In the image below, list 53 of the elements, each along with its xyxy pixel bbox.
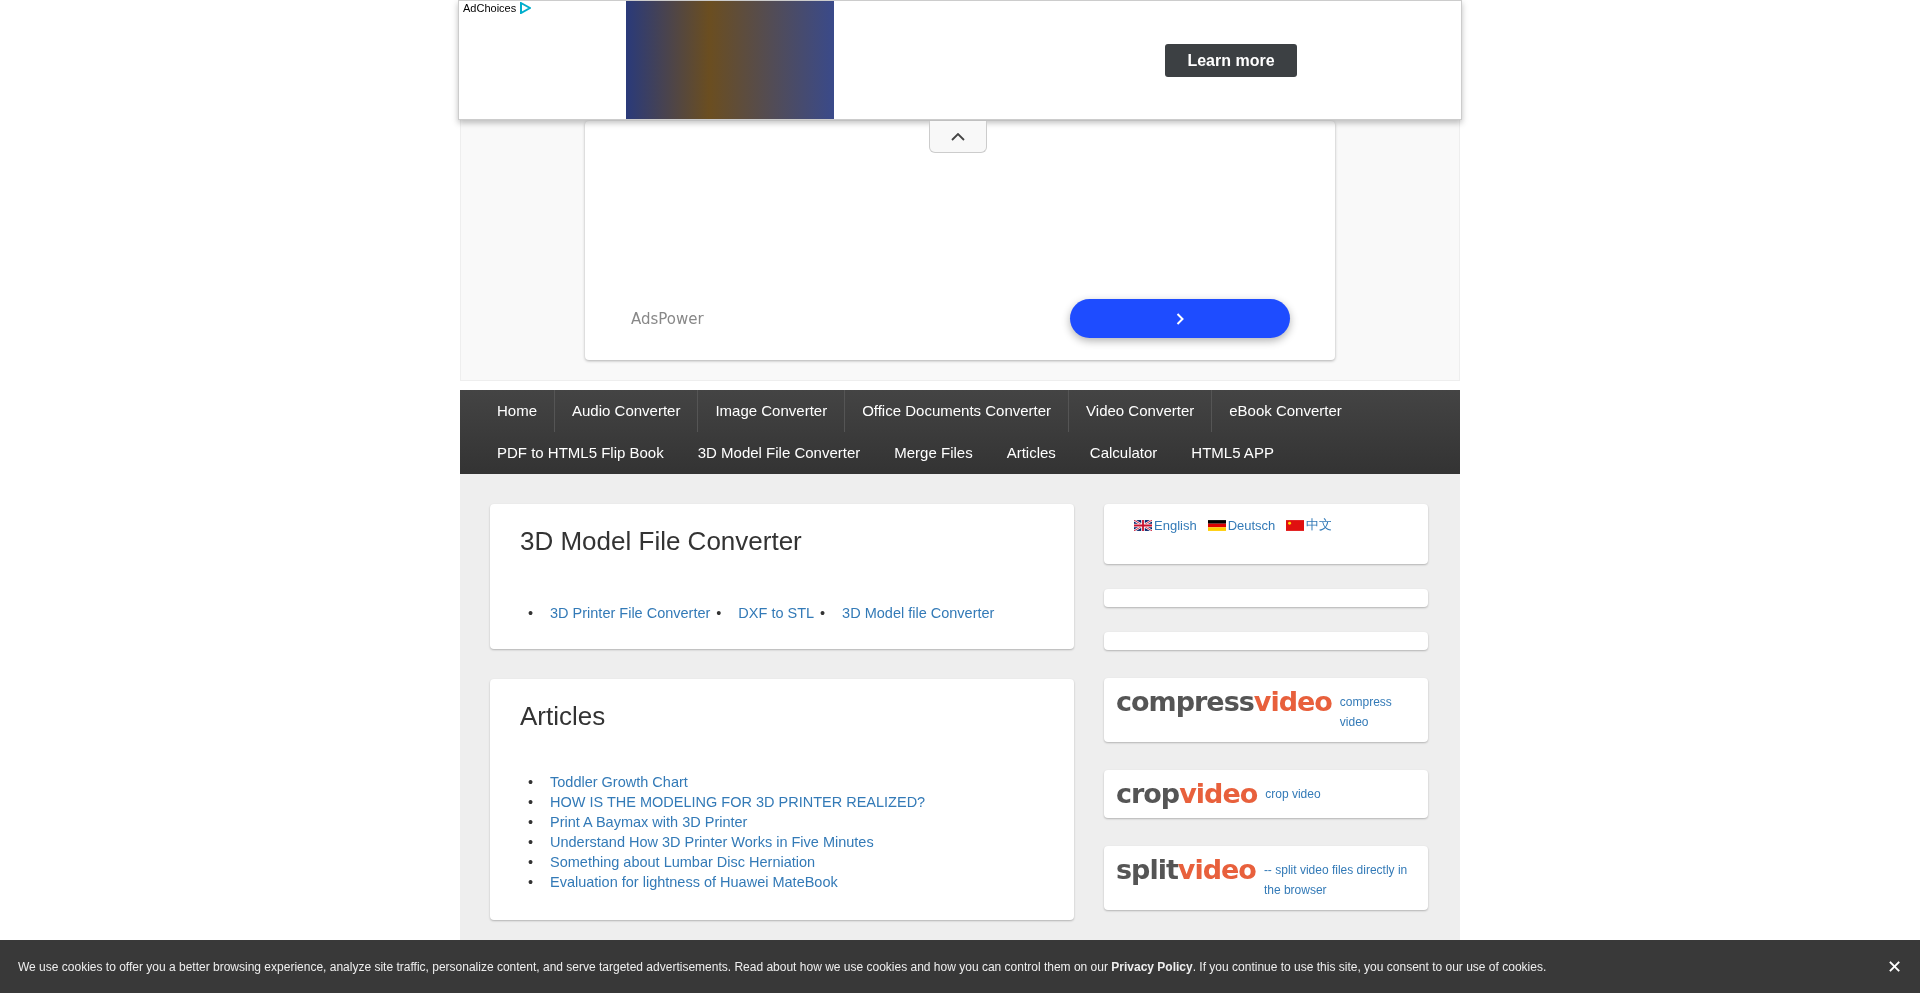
section-title: 3D Model File Converter: [520, 526, 803, 557]
advertiser-name: AdsPower: [631, 309, 704, 328]
article-link[interactable]: Something about Lumbar Disc Herniation: [550, 852, 816, 872]
tool-link[interactable]: -- split video files directly in the browser: [1263, 856, 1416, 900]
nav-link[interactable]: Merge Files: [877, 432, 990, 474]
bullet: •: [528, 833, 535, 852]
chevron-up-icon: [951, 132, 965, 141]
nav-link[interactable]: Image Converter: [698, 390, 846, 432]
nav-link[interactable]: Calculator: [1072, 432, 1175, 474]
nav-link[interactable]: Audio Converter: [555, 390, 699, 432]
tool-link[interactable]: compress video: [1339, 688, 1416, 732]
section-title: Articles: [520, 701, 607, 732]
flag-icon: [1207, 519, 1226, 531]
learn-more-button[interactable]: Learn more: [1165, 44, 1297, 77]
article-link[interactable]: DXF to STL: [738, 605, 815, 621]
tool-logo[interactable]: splitvideo: [1116, 856, 1256, 884]
nav-link[interactable]: eBook Converter: [1212, 390, 1359, 432]
nav-link[interactable]: Home: [480, 390, 555, 432]
bullet: •: [528, 813, 535, 832]
bullet: •: [716, 605, 723, 621]
bullet: •: [528, 853, 535, 872]
nav-link[interactable]: Video Converter: [1069, 390, 1213, 432]
bullet: •: [528, 873, 535, 892]
article-link[interactable]: HOW IS THE MODELING FOR 3D PRINTER REALIZED?: [550, 792, 926, 812]
adchoices-label[interactable]: AdChoices: [463, 2, 517, 14]
close-button[interactable]: ✕: [1887, 955, 1902, 978]
article-link[interactable]: Understand How 3D Printer Works in Five Minutes: [550, 832, 874, 852]
nav-link[interactable]: Articles: [989, 432, 1073, 474]
nav-link[interactable]: 3D Model File Converter: [680, 432, 878, 474]
bullet: •: [528, 793, 535, 812]
flag-icon: [1134, 519, 1152, 531]
cookie-notice: We use cookies to offer you a better browsing experience, analyze site traffic, personalize content, and serve targeted advertisements. Read about how we use cookies and how you can control them on our Privacy Policy. If you continue to use this site, you consent to our use of cookies.: [18, 959, 1547, 974]
article-link[interactable]: Print A Baymax with 3D Printer: [550, 812, 748, 832]
language-link[interactable]: English: [1134, 516, 1197, 534]
article-link[interactable]: Evaluation for lightness of Huawei MateBook: [550, 872, 838, 892]
bullet: •: [528, 773, 535, 792]
nav-link[interactable]: PDF to HTML5 Flip Book: [480, 432, 681, 474]
chevron-right-icon: [1176, 312, 1184, 325]
ad-button[interactable]: [1070, 299, 1290, 338]
language-link[interactable]: 中文: [1286, 516, 1333, 534]
play-icon: [519, 2, 531, 14]
nav-link[interactable]: HTML5 APP: [1174, 432, 1291, 474]
language-link[interactable]: Deutsch: [1207, 516, 1276, 534]
tool-link[interactable]: crop video: [1265, 780, 1321, 804]
article-link[interactable]: Toddler Growth Chart: [550, 772, 688, 792]
bullet: •: [528, 605, 535, 621]
flag-icon: [1286, 519, 1305, 531]
tool-logo[interactable]: compressvideo: [1116, 688, 1332, 716]
nav-link[interactable]: Office Documents Converter: [845, 390, 1070, 432]
bullet: •: [820, 605, 827, 621]
tool-logo[interactable]: cropvideo: [1116, 780, 1258, 808]
article-link[interactable]: 3D Printer File Converter: [550, 605, 711, 621]
article-link[interactable]: 3D Model file Converter: [842, 605, 995, 621]
